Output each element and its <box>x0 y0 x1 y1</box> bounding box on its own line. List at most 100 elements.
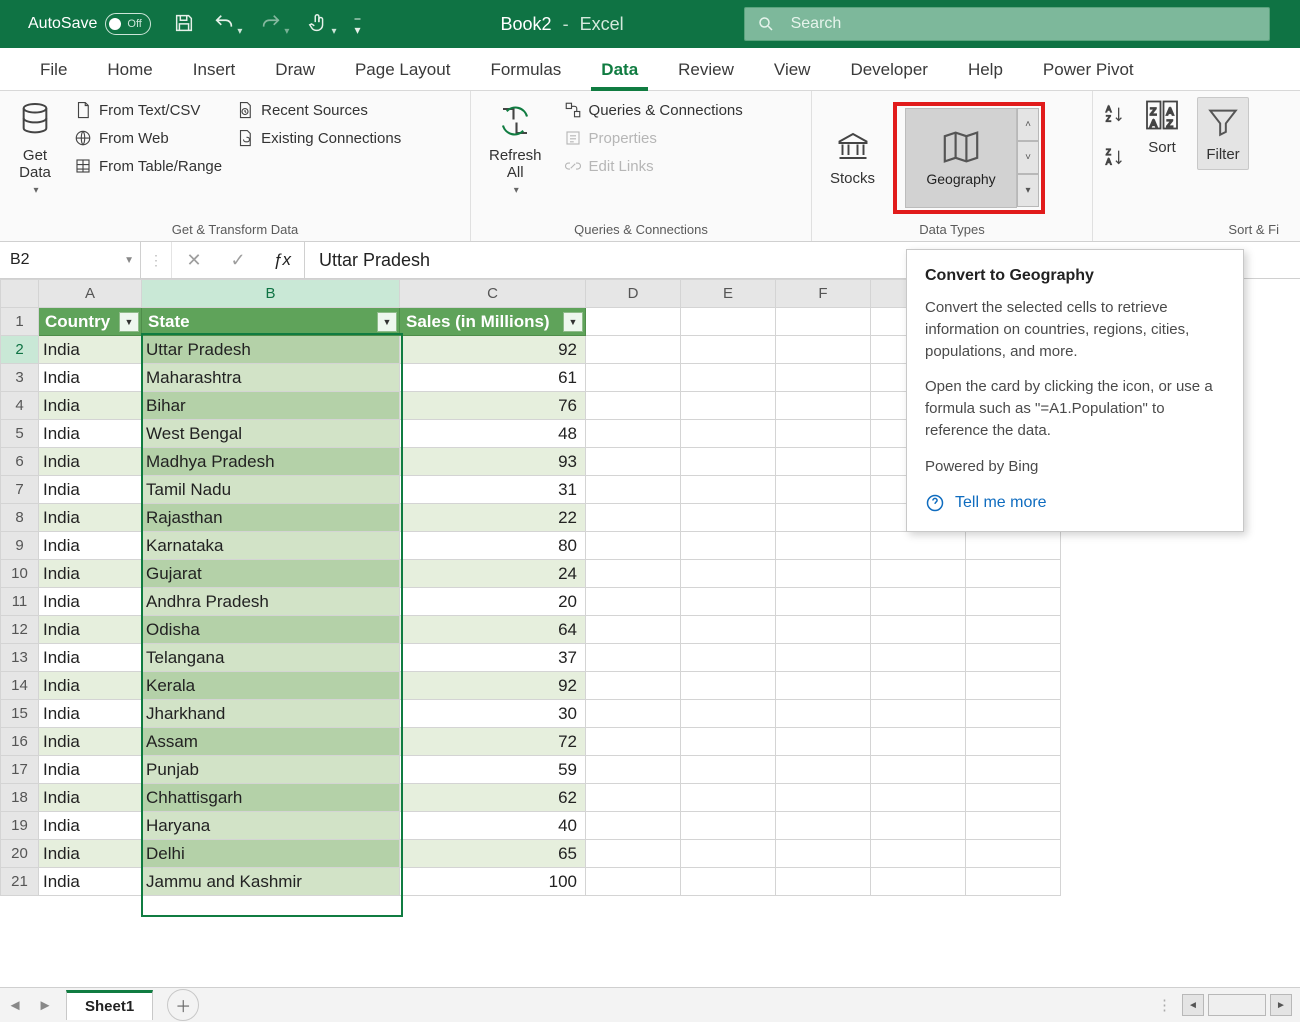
tab-insert[interactable]: Insert <box>173 52 256 90</box>
scroll-down-icon[interactable]: ˅ <box>1017 141 1039 174</box>
cell-B19[interactable]: Haryana <box>142 812 400 840</box>
row-header-8[interactable]: 8 <box>1 504 39 532</box>
cell-B14[interactable]: Kerala <box>142 672 400 700</box>
cell-C13[interactable]: 37 <box>400 644 586 672</box>
cell-empty[interactable] <box>776 616 871 644</box>
tab-view[interactable]: View <box>754 52 831 90</box>
filter-dropdown-icon[interactable]: ▼ <box>119 312 139 332</box>
cell-empty[interactable] <box>586 588 681 616</box>
cell-empty[interactable] <box>681 756 776 784</box>
cell-B11[interactable]: Andhra Pradesh <box>142 588 400 616</box>
cell-empty[interactable] <box>586 616 681 644</box>
filter-button[interactable]: Filter <box>1197 97 1249 170</box>
cell-empty[interactable] <box>681 588 776 616</box>
from-table-button[interactable]: From Table/Range <box>74 157 222 175</box>
cell-empty[interactable] <box>776 308 871 336</box>
sheet-tab-active[interactable]: Sheet1 <box>66 990 153 1020</box>
cell-empty[interactable] <box>681 616 776 644</box>
search-box[interactable] <box>744 7 1270 41</box>
tab-developer[interactable]: Developer <box>830 52 948 90</box>
cell-empty[interactable] <box>681 476 776 504</box>
cell-empty[interactable] <box>586 504 681 532</box>
row-header-9[interactable]: 9 <box>1 532 39 560</box>
cell-A18[interactable]: India <box>39 784 142 812</box>
cell-A19[interactable]: India <box>39 812 142 840</box>
row-header-10[interactable]: 10 <box>1 560 39 588</box>
cell-C5[interactable]: 48 <box>400 420 586 448</box>
cell-empty[interactable] <box>586 336 681 364</box>
row-header-13[interactable]: 13 <box>1 644 39 672</box>
autosave-toggle[interactable]: Off <box>105 13 151 35</box>
tab-formulas[interactable]: Formulas <box>470 52 581 90</box>
cell-empty[interactable] <box>776 784 871 812</box>
row-header-2[interactable]: 2 <box>1 336 39 364</box>
cell-C17[interactable]: 59 <box>400 756 586 784</box>
scroll-left-button[interactable]: ◄ <box>1182 994 1204 1016</box>
row-header-21[interactable]: 21 <box>1 868 39 896</box>
cell-A20[interactable]: India <box>39 840 142 868</box>
row-header-6[interactable]: 6 <box>1 448 39 476</box>
cell-B10[interactable]: Gujarat <box>142 560 400 588</box>
cell-empty[interactable] <box>586 700 681 728</box>
filter-dropdown-icon[interactable]: ▼ <box>563 312 583 332</box>
cell-empty[interactable] <box>966 672 1061 700</box>
cell-empty[interactable] <box>871 700 966 728</box>
cell-empty[interactable] <box>871 728 966 756</box>
cell-empty[interactable] <box>586 448 681 476</box>
cell-empty[interactable] <box>681 812 776 840</box>
scroll-right-button[interactable]: ► <box>1270 994 1292 1016</box>
cancel-formula-button[interactable]: ✕ <box>172 242 216 278</box>
add-sheet-button[interactable]: ＋ <box>167 989 199 1021</box>
cell-C12[interactable]: 64 <box>400 616 586 644</box>
refresh-all-button[interactable]: Refresh All▾ <box>481 97 550 200</box>
existing-connections-button[interactable]: Existing Connections <box>236 129 401 147</box>
col-header-F[interactable]: F <box>776 280 871 308</box>
cell-empty[interactable] <box>681 504 776 532</box>
cell-empty[interactable] <box>871 784 966 812</box>
cell-B12[interactable]: Odisha <box>142 616 400 644</box>
cell-empty[interactable] <box>966 700 1061 728</box>
row-header-12[interactable]: 12 <box>1 616 39 644</box>
cell-empty[interactable] <box>966 616 1061 644</box>
cell-empty[interactable] <box>966 588 1061 616</box>
cell-C9[interactable]: 80 <box>400 532 586 560</box>
save-icon[interactable] <box>173 12 195 37</box>
row-header-7[interactable]: 7 <box>1 476 39 504</box>
cell-empty[interactable] <box>586 364 681 392</box>
cell-C8[interactable]: 22 <box>400 504 586 532</box>
recent-sources-button[interactable]: Recent Sources <box>236 101 401 119</box>
redo-button[interactable]: ▾ <box>260 12 289 37</box>
cell-A16[interactable]: India <box>39 728 142 756</box>
cell-empty[interactable] <box>966 840 1061 868</box>
cell-empty[interactable] <box>681 364 776 392</box>
cell-empty[interactable] <box>871 560 966 588</box>
row-header-18[interactable]: 18 <box>1 784 39 812</box>
row-header-1[interactable]: 1 <box>1 308 39 336</box>
autosave-control[interactable]: AutoSave Off <box>28 13 151 35</box>
sort-button[interactable]: ZAAZ Sort <box>1135 97 1189 160</box>
cell-empty[interactable] <box>681 448 776 476</box>
cell-empty[interactable] <box>586 756 681 784</box>
enter-formula-button[interactable]: ✓ <box>216 242 260 278</box>
cell-C16[interactable]: 72 <box>400 728 586 756</box>
row-header-11[interactable]: 11 <box>1 588 39 616</box>
cell-empty[interactable] <box>681 672 776 700</box>
cell-A7[interactable]: India <box>39 476 142 504</box>
tab-power-pivot[interactable]: Power Pivot <box>1023 52 1154 90</box>
stocks-button[interactable]: Stocks <box>822 124 883 191</box>
cell-B6[interactable]: Madhya Pradesh <box>142 448 400 476</box>
cell-C18[interactable]: 62 <box>400 784 586 812</box>
cell-empty[interactable] <box>966 756 1061 784</box>
queries-connections-button[interactable]: Queries & Connections <box>564 101 743 119</box>
cell-A12[interactable]: India <box>39 616 142 644</box>
cell-B9[interactable]: Karnataka <box>142 532 400 560</box>
filter-dropdown-icon[interactable]: ▼ <box>377 312 397 332</box>
cell-empty[interactable] <box>871 756 966 784</box>
cell-empty[interactable] <box>681 700 776 728</box>
cell-empty[interactable] <box>681 644 776 672</box>
cell-B7[interactable]: Tamil Nadu <box>142 476 400 504</box>
cell-empty[interactable] <box>586 532 681 560</box>
scroll-track[interactable] <box>1208 994 1266 1016</box>
cell-C14[interactable]: 92 <box>400 672 586 700</box>
gallery-expand-icon[interactable]: ▾ <box>1017 174 1039 207</box>
